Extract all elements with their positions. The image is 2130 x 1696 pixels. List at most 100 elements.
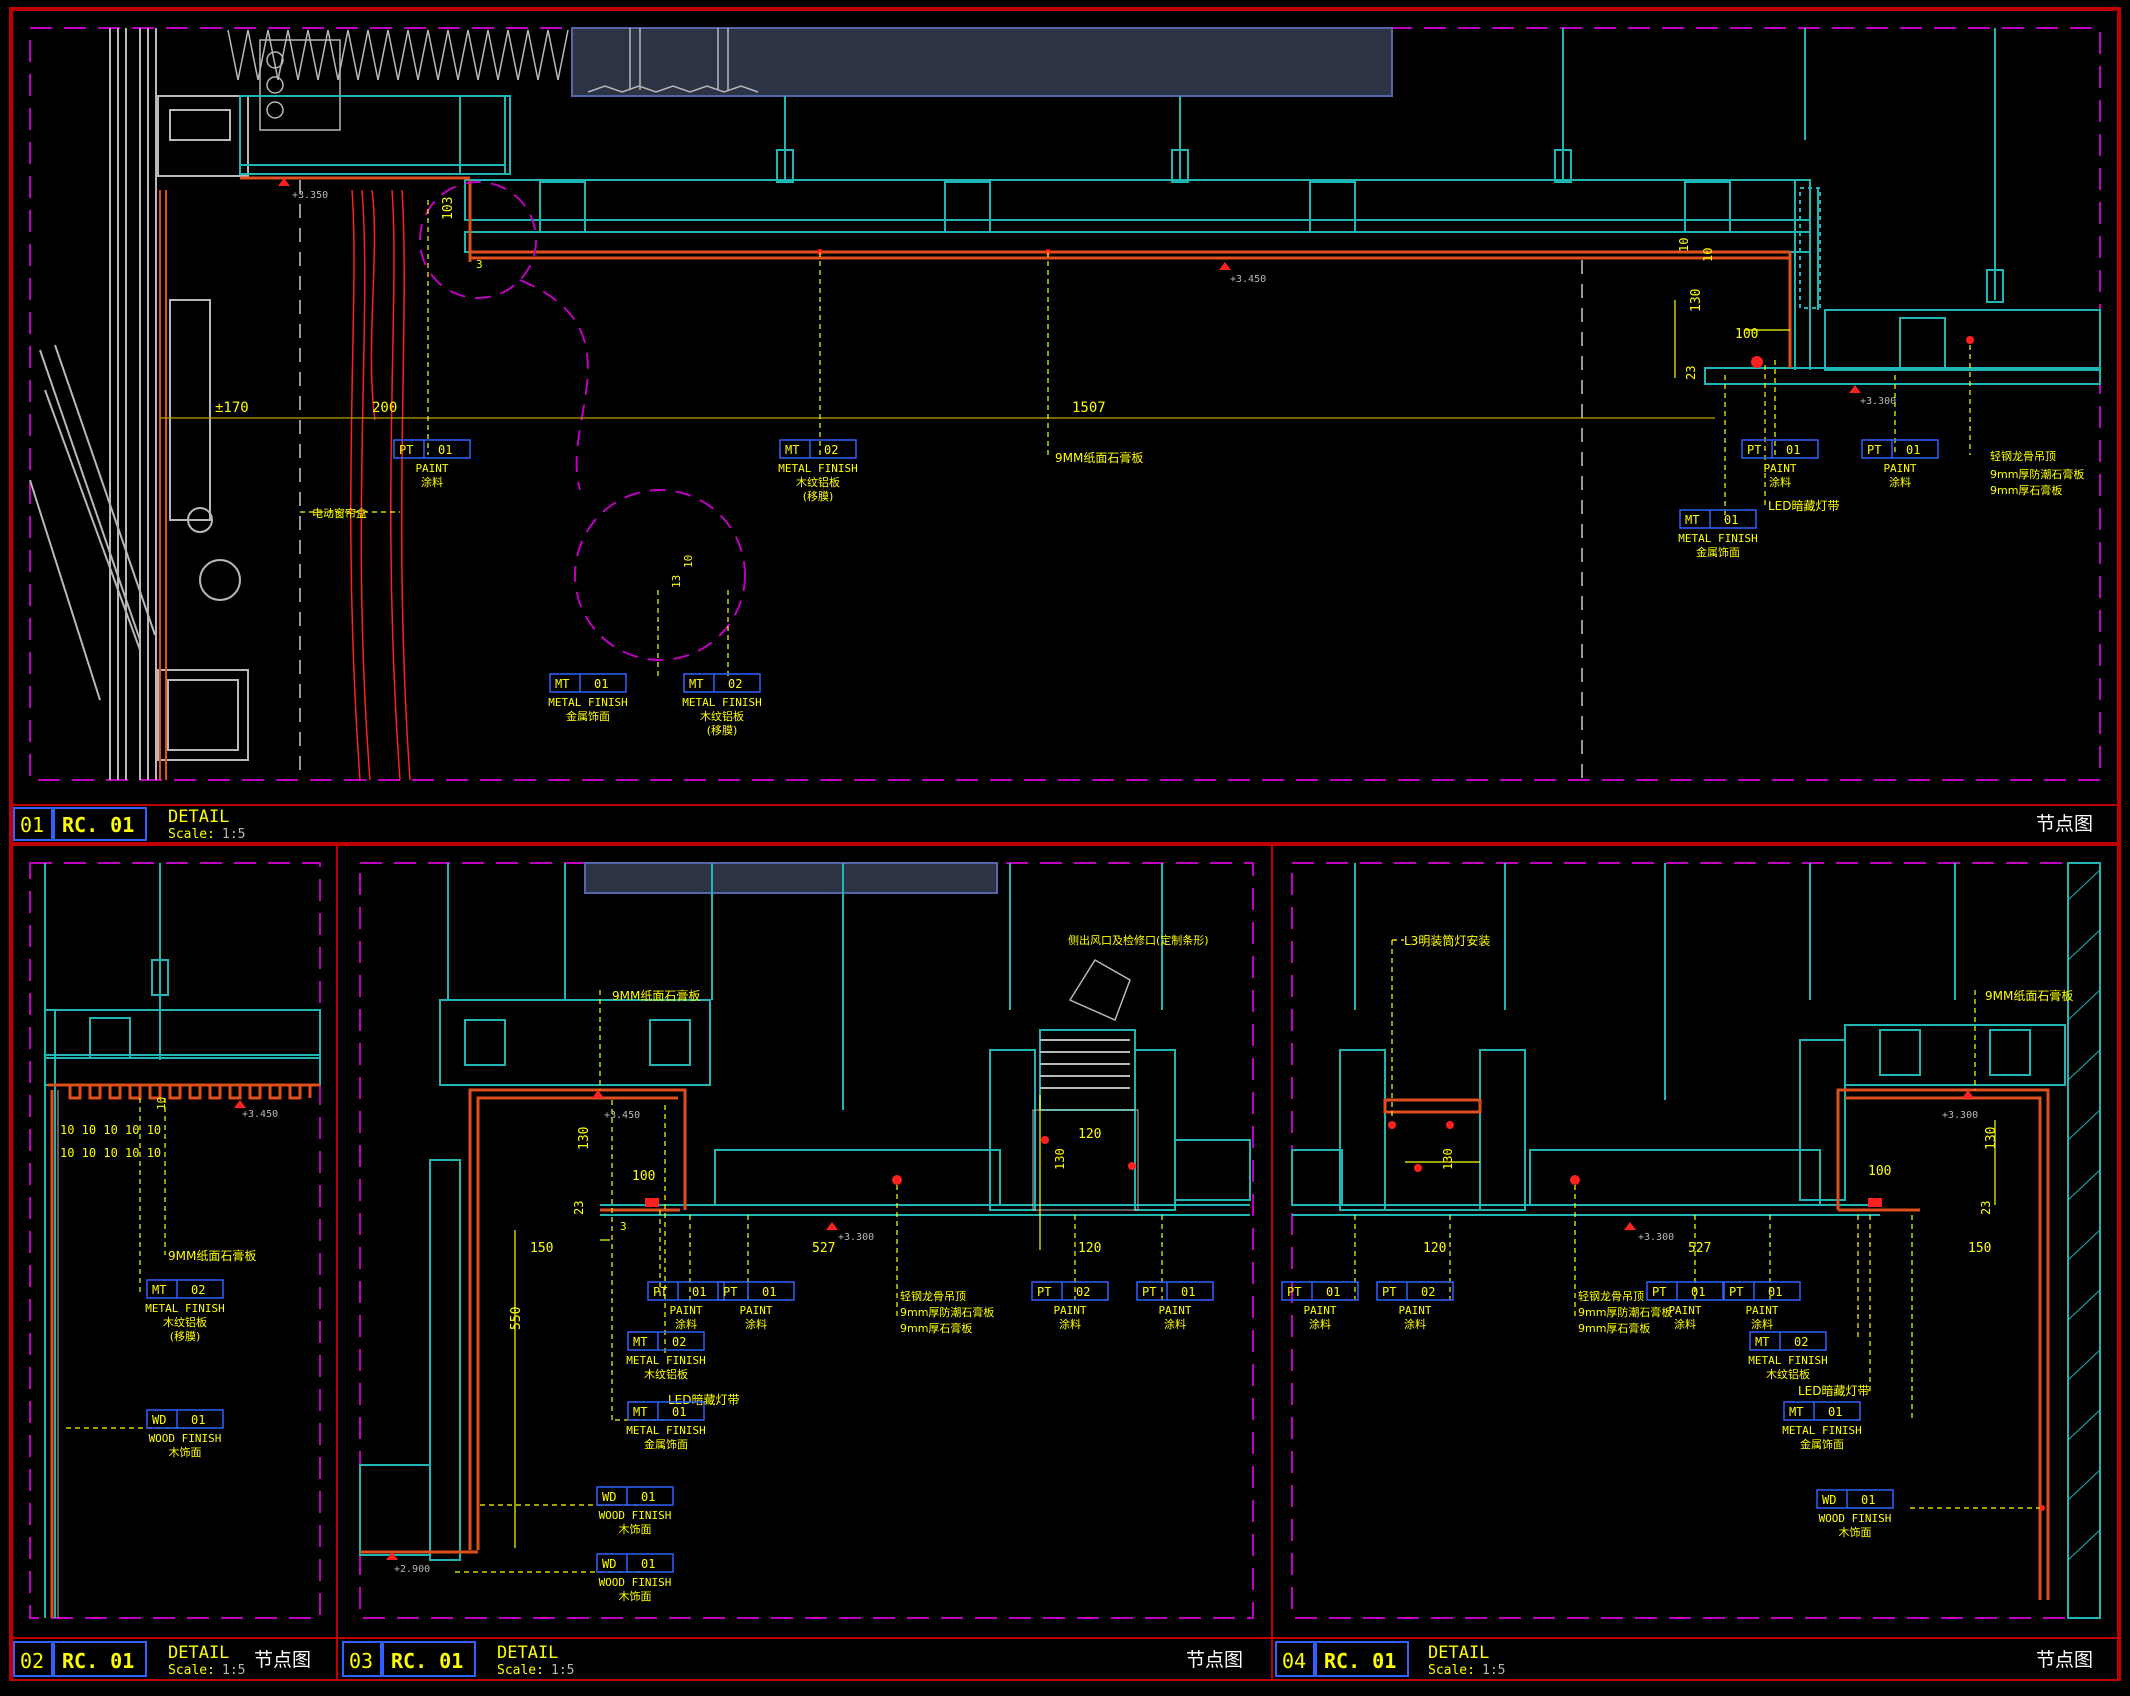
- tag-code: WD: [602, 1557, 616, 1571]
- title-ref: RC. 01: [1324, 1649, 1396, 1673]
- tag-finish-zh: 金属饰面: [1800, 1437, 1844, 1451]
- dim-callout-10: 10: [682, 555, 695, 568]
- tag-number: 01: [594, 677, 608, 691]
- d4-dim-527: 527: [1688, 1241, 1711, 1256]
- tag-number: 01: [191, 1413, 205, 1427]
- tag-number: 01: [1724, 513, 1738, 527]
- tag-code: PT: [723, 1285, 737, 1299]
- dim-10a: 10: [1677, 238, 1691, 252]
- title-name: 节点图: [2036, 813, 2093, 835]
- tag-code: MT: [1789, 1405, 1803, 1419]
- dim-1507: 1507: [1072, 400, 1106, 416]
- tag-finish-zh: 木饰面: [1839, 1525, 1872, 1539]
- dim-103: 103: [441, 197, 456, 220]
- dim-200: 200: [372, 400, 397, 416]
- d2-fins-bot: 10 10 10 10 10: [60, 1146, 161, 1160]
- dim-170: ±170: [215, 400, 249, 416]
- tag-number: 01: [641, 1490, 655, 1504]
- d4-dim-150: 150: [1968, 1241, 1991, 1256]
- tag-finish-zh: 涂料: [1164, 1317, 1186, 1331]
- tag-code: PT: [1142, 1285, 1156, 1299]
- tag-finish-en: PAINT: [1668, 1304, 1701, 1317]
- d2-dim-10: 10: [155, 1097, 168, 1110]
- tag-finish-zh: 涂料: [745, 1317, 767, 1331]
- tag-code: WD: [1822, 1493, 1836, 1507]
- d4-dim-100: 100: [1868, 1164, 1891, 1179]
- d3-note-board: 9MM纸面石膏板: [612, 988, 700, 1003]
- d3-duct: [584, 862, 998, 894]
- d4-dim-130b: 130: [1984, 1127, 1999, 1150]
- tag-finish-en: PAINT: [415, 462, 448, 475]
- tag-finish-zh: 涂料: [1751, 1317, 1773, 1331]
- title-scale-label: Scale:: [168, 827, 215, 842]
- tag-finish-en: METAL FINISH: [145, 1302, 224, 1315]
- level-3350: +3.350: [292, 190, 328, 201]
- note-n2: 9mm厚防潮石膏板: [1990, 467, 2084, 481]
- tag-finish-zh: 木纹铝板: [644, 1367, 688, 1381]
- cad-detail-sheet: ±170 200 1507 103 10 10 130 100 23 3 10 …: [0, 0, 2130, 1696]
- title-ref: RC. 01: [391, 1649, 463, 1673]
- tag-finish-zh: 木饰面: [619, 1589, 652, 1603]
- title-text: DETAIL: [497, 1643, 558, 1663]
- dim-100: 100: [1735, 327, 1758, 342]
- tag-number: 01: [1906, 443, 1920, 457]
- tag-code: PT: [399, 443, 413, 457]
- d3-dim-120a: 120: [1078, 1127, 1101, 1142]
- level-3300: +3.300: [1860, 396, 1896, 407]
- title-number: 01: [20, 813, 44, 837]
- tag-finish-en: METAL FINISH: [1782, 1424, 1861, 1437]
- d3-dim-150: 150: [530, 1241, 553, 1256]
- title-scale: 1:5: [222, 827, 245, 842]
- tag-finish-zh: 金属饰面: [644, 1437, 688, 1451]
- tag-number: 01: [1326, 1285, 1340, 1299]
- d3-dim-3: 3: [620, 1220, 627, 1233]
- tag-finish-en: PAINT: [1763, 462, 1796, 475]
- tag-number: 01: [1768, 1285, 1782, 1299]
- tag-code: PT: [1037, 1285, 1051, 1299]
- tag-code: PT: [1747, 443, 1761, 457]
- tag-number: 01: [438, 443, 452, 457]
- tag-finish-zh: 木纹铝板: [1766, 1367, 1810, 1381]
- title-number: 02: [20, 1649, 44, 1673]
- d4-note-n2: 9mm厚防潮石膏板: [1578, 1305, 1672, 1319]
- tag-finish-en: WOOD FINISH: [599, 1576, 672, 1589]
- tag-finish-note: (移膜): [803, 490, 834, 503]
- tag-finish-en: METAL FINISH: [548, 696, 627, 709]
- d3-dim-100: 100: [632, 1169, 655, 1184]
- dim-callout-13: 13: [670, 575, 683, 588]
- d4-level-a: +3.300: [1638, 1232, 1674, 1243]
- title-scale: 1:5: [1482, 1663, 1505, 1678]
- tag-finish-zh: 涂料: [1404, 1317, 1426, 1331]
- tag-number: 01: [1786, 443, 1800, 457]
- tag-number: 02: [672, 1335, 686, 1349]
- tag-finish-en: PAINT: [739, 1304, 772, 1317]
- title-ref: RC. 01: [62, 1649, 134, 1673]
- tag-code: MT: [1685, 513, 1699, 527]
- tag-finish-zh: 金属饰面: [566, 709, 610, 723]
- tag-finish-en: METAL FINISH: [778, 462, 857, 475]
- title-number: 04: [1282, 1649, 1306, 1673]
- d4-dim-120: 120: [1423, 1241, 1446, 1256]
- tag-code: MT: [555, 677, 569, 691]
- tag-number: 02: [824, 443, 838, 457]
- tag-finish-zh: 涂料: [1059, 1317, 1081, 1331]
- tag-code: PT: [1287, 1285, 1301, 1299]
- d3-dim-550: 550: [509, 1307, 524, 1330]
- title-text: DETAIL: [168, 807, 229, 827]
- title-text: DETAIL: [1428, 1643, 1489, 1663]
- d3-note-n1: 轻钢龙骨吊顶: [900, 1289, 966, 1303]
- tag-finish-zh: 涂料: [675, 1317, 697, 1331]
- tag-code: PT: [653, 1285, 667, 1299]
- tag-number: 02: [191, 1283, 205, 1297]
- tag-finish-en: WOOD FINISH: [149, 1432, 222, 1445]
- d4-level-b: +3.300: [1942, 1110, 1978, 1121]
- tag-code: PT: [1729, 1285, 1743, 1299]
- note-led: LED暗藏灯带: [1768, 498, 1840, 513]
- tag-code: MT: [785, 443, 799, 457]
- title-scale: 1:5: [551, 1663, 574, 1678]
- title-scale-label: Scale:: [497, 1663, 544, 1678]
- tag-finish-en: METAL FINISH: [626, 1424, 705, 1437]
- tag-number: 01: [1861, 1493, 1875, 1507]
- tag-code: WD: [152, 1413, 166, 1427]
- tag-number: 02: [728, 677, 742, 691]
